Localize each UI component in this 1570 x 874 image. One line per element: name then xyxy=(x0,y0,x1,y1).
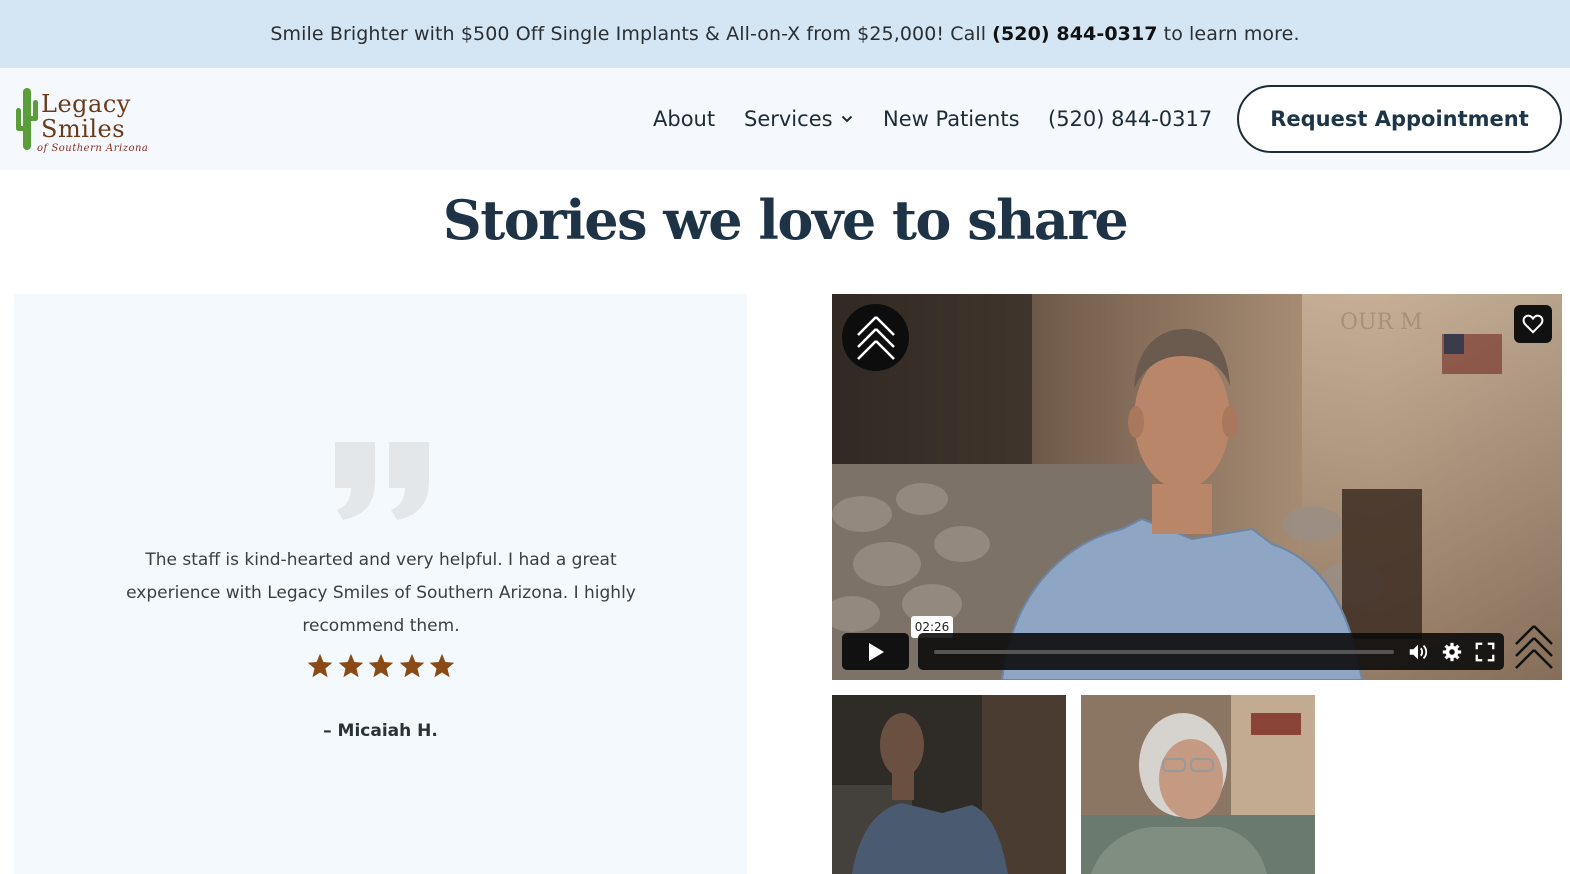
star-icon xyxy=(429,653,455,678)
nav-about[interactable]: About xyxy=(653,68,715,170)
chevron-down-icon xyxy=(841,115,852,123)
nav-services[interactable]: Services xyxy=(744,68,853,170)
promo-banner: Smile Brighter with $500 Off Single Impl… xyxy=(0,0,1570,68)
star-icon xyxy=(368,653,394,678)
volume-icon[interactable] xyxy=(1407,641,1429,663)
play-button[interactable] xyxy=(842,633,909,670)
site-logo[interactable]: Legacy Smiles of Southern Arizona xyxy=(14,82,148,156)
thumbnail-image xyxy=(1081,695,1315,874)
play-icon xyxy=(868,642,884,661)
nav-phone-link[interactable]: (520) 844-0317 xyxy=(1048,68,1212,170)
progress-bar[interactable] xyxy=(934,650,1394,654)
nav-about-label: About xyxy=(653,107,716,131)
nav-services-label: Services xyxy=(744,107,833,131)
star-icon xyxy=(338,653,363,678)
request-appointment-button[interactable]: Request Appointment xyxy=(1237,85,1562,153)
testimonial-card: The staff is kind-hearted and very helpf… xyxy=(14,294,747,874)
logo-line-1: Legacy xyxy=(41,90,131,118)
svg-text:OUR M: OUR M xyxy=(1340,310,1423,335)
testimonial-quote: The staff is kind-hearted and very helpf… xyxy=(126,550,636,636)
thumbnail-image xyxy=(832,695,1066,874)
video-controls xyxy=(918,633,1504,670)
video-thumbnail[interactable] xyxy=(1081,695,1315,874)
site-header: Legacy Smiles of Southern Arizona About … xyxy=(0,68,1570,170)
nav-new-patients[interactable]: New Patients xyxy=(883,68,1020,170)
logo-tagline: of Southern Arizona xyxy=(37,143,149,154)
chevron-logo-icon xyxy=(1515,625,1553,669)
logo-line-2: Smiles xyxy=(41,115,126,143)
star-icon xyxy=(307,653,333,678)
nav-phone-label: (520) 844-0317 xyxy=(1048,107,1213,131)
star-icon xyxy=(399,653,424,678)
video-player[interactable]: OUR M 02:26 xyxy=(832,294,1562,680)
video-thumbnail[interactable] xyxy=(832,695,1066,874)
fullscreen-icon[interactable] xyxy=(1474,641,1496,663)
promo-phone-link[interactable]: (520) 844-0317 xyxy=(992,23,1157,45)
nav-new-patients-label: New Patients xyxy=(883,107,1020,131)
heart-icon xyxy=(1522,314,1544,334)
request-appointment-label: Request Appointment xyxy=(1270,107,1529,131)
chevron-logo-icon xyxy=(842,304,909,371)
testimonial-author: – Micaiah H. xyxy=(323,721,438,741)
section-title: Stories we love to share xyxy=(442,188,1129,252)
settings-icon[interactable] xyxy=(1441,641,1463,663)
promo-text: Smile Brighter with $500 Off Single Impl… xyxy=(270,23,987,45)
like-button[interactable] xyxy=(1514,305,1552,343)
quote-icon xyxy=(335,442,429,520)
star-rating xyxy=(306,652,456,684)
promo-text-end: to learn more. xyxy=(1163,23,1300,45)
